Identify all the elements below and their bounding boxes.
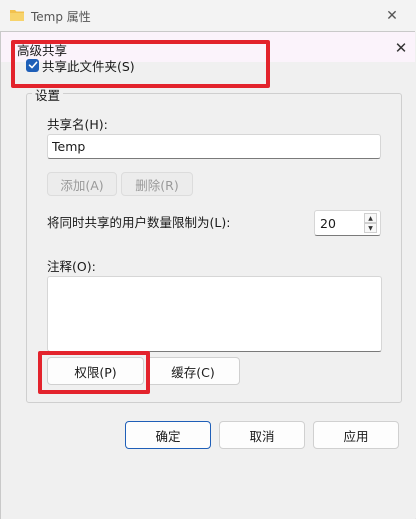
user-limit-value[interactable]: 20	[320, 216, 336, 231]
spinner-down-icon[interactable]: ▼	[364, 223, 377, 233]
add-button[interactable]: 添加(A)	[47, 172, 117, 196]
cancel-button[interactable]: 取消	[219, 421, 305, 449]
checkmark-icon	[28, 61, 37, 69]
spinner-up-icon[interactable]: ▲	[364, 213, 377, 223]
user-limit-spinner[interactable]: 20 ▲ ▼	[314, 210, 381, 236]
caching-button[interactable]: 缓存(C)	[146, 357, 240, 385]
comment-textarea[interactable]	[47, 276, 382, 352]
settings-group-title: 设置	[32, 85, 64, 104]
share-folder-checkbox[interactable]	[26, 58, 39, 72]
apply-button[interactable]: 应用	[313, 421, 399, 449]
permissions-button[interactable]: 权限(P)	[47, 357, 144, 385]
share-name-input[interactable]	[47, 134, 381, 159]
parent-titlebar: Temp 属性 ✕	[0, 0, 416, 32]
remove-button[interactable]: 删除(R)	[121, 172, 193, 196]
share-name-label: 共享名(H):	[47, 117, 108, 132]
user-limit-label: 将同时共享的用户数量限制为(L):	[47, 215, 231, 230]
ok-button[interactable]: 确定	[125, 421, 211, 449]
share-folder-label: 共享此文件夹(S)	[42, 58, 135, 74]
share-folder-option[interactable]: 共享此文件夹(S)	[26, 56, 135, 74]
parent-window-title: Temp 属性	[31, 10, 91, 24]
spinner-buttons: ▲ ▼	[364, 213, 377, 233]
dialog-close-icon[interactable]: ✕	[391, 38, 411, 58]
comment-label: 注释(O):	[47, 259, 96, 274]
folder-icon	[9, 8, 25, 22]
parent-close-icon[interactable]: ✕	[380, 6, 404, 26]
